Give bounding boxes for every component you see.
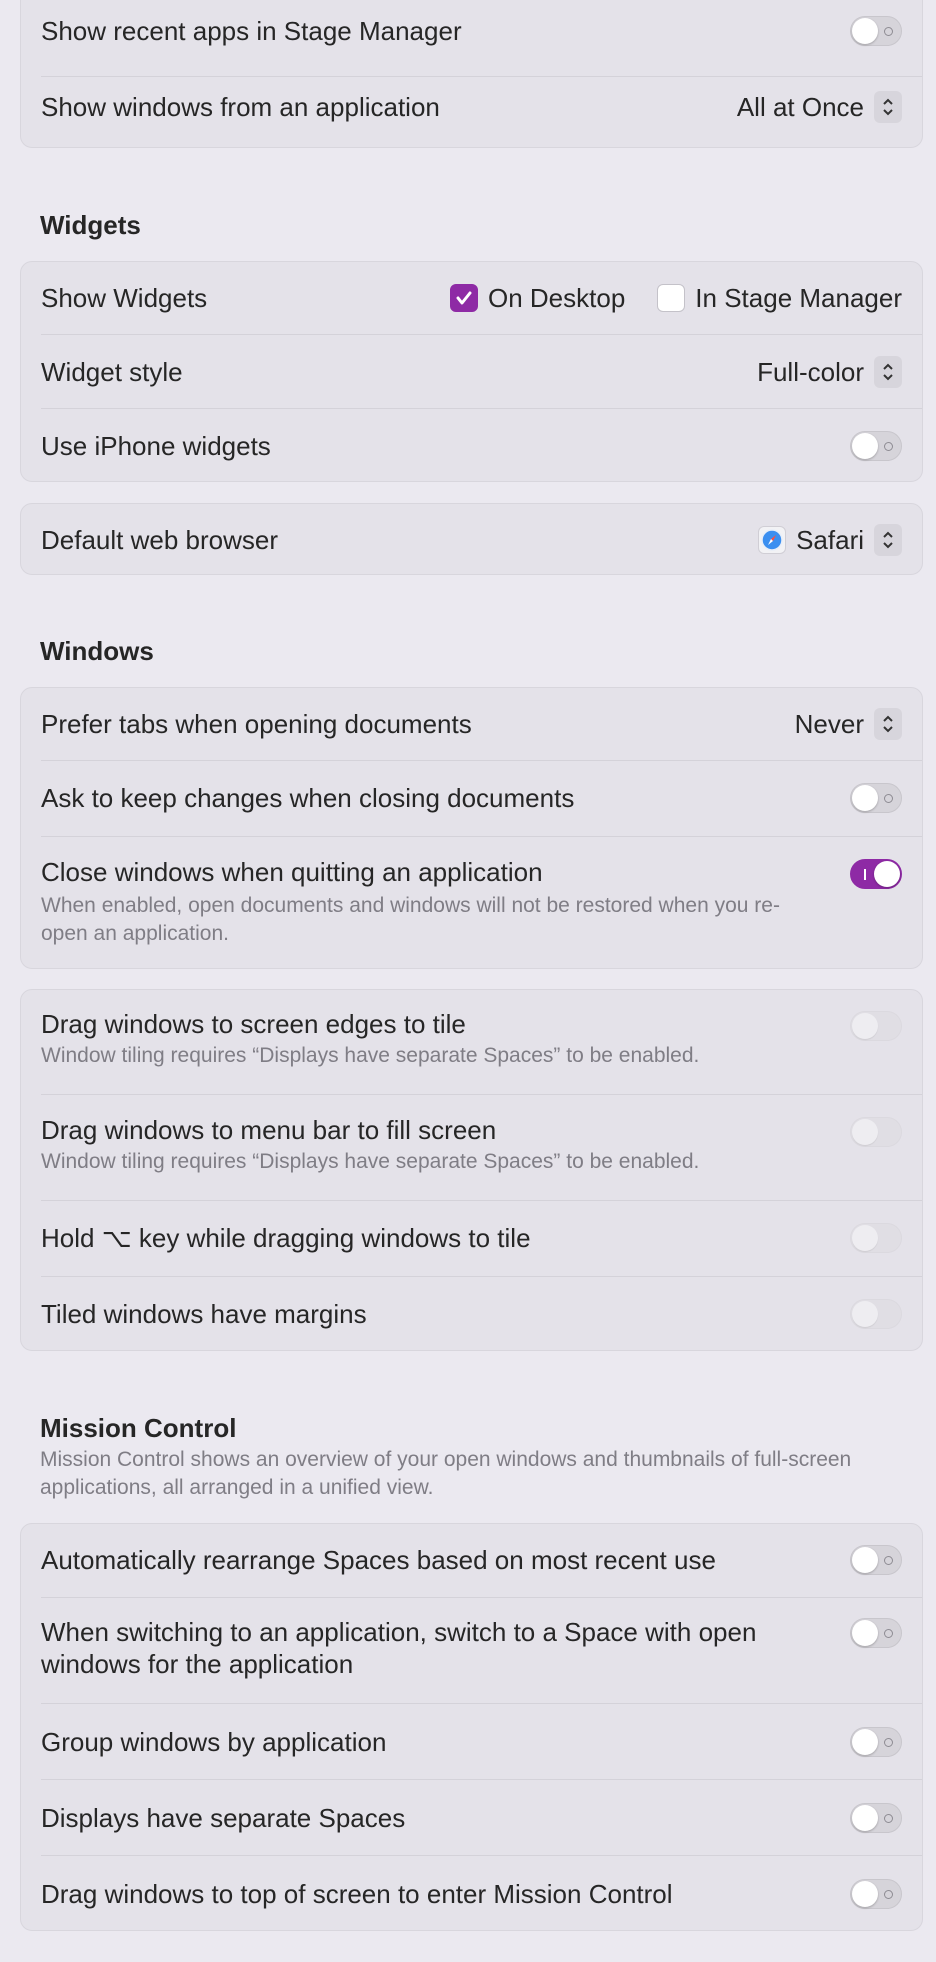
iphone-widgets-toggle[interactable] [850, 431, 902, 461]
browser-group: Default web browser Safari [20, 503, 923, 575]
rearrange-row: Automatically rearrange Spaces based on … [41, 1536, 902, 1584]
show-recent-apps-label: Show recent apps in Stage Manager [41, 16, 462, 46]
windows-group: Prefer tabs when opening documents Never… [20, 687, 923, 969]
drag-edges-label: Drag windows to screen edges to tile [41, 1009, 466, 1039]
hold-key-row: Hold ⌥ key while dragging windows to til… [41, 1214, 902, 1262]
popup-stepper-icon [874, 524, 902, 556]
separate-spaces-toggle[interactable] [850, 1803, 902, 1833]
close-windows-toggle[interactable] [850, 859, 902, 889]
default-browser-row: Default web browser Safari [41, 516, 902, 564]
ask-keep-changes-label: Ask to keep changes when closing documen… [41, 783, 575, 813]
mission-control-heading: Mission Control [40, 1413, 237, 1443]
switch-space-row: When switching to an application, switch… [41, 1608, 902, 1688]
show-widgets-row: Show Widgets On Desktop In Stage Manager [41, 274, 902, 322]
rearrange-label: Automatically rearrange Spaces based on … [41, 1545, 716, 1575]
drag-edges-row: Drag windows to screen edges to tile Win… [41, 1008, 902, 1080]
close-windows-description: When enabled, open documents and windows… [41, 894, 780, 945]
divider [41, 1200, 922, 1201]
drag-edges-text: Drag windows to screen edges to tile Win… [41, 1008, 699, 1070]
close-windows-text: Close windows when quitting an applicati… [41, 856, 821, 948]
drag-menubar-row: Drag windows to menu bar to fill screen … [41, 1114, 902, 1186]
in-stage-manager-checkbox[interactable] [657, 284, 686, 312]
prefer-tabs-value: Never [794, 708, 864, 739]
drag-menubar-description: Window tiling requires “Displays have se… [41, 1150, 700, 1173]
drag-menubar-toggle[interactable] [850, 1117, 902, 1147]
show-windows-row: Show windows from an application All at … [41, 83, 902, 131]
stage-manager-group: Show recent apps in Stage Manager Show w… [20, 0, 923, 148]
rearrange-toggle[interactable] [850, 1545, 902, 1575]
switch-space-label: When switching to an application, switch… [41, 1617, 757, 1679]
default-browser-value: Safari [796, 524, 864, 555]
drag-menubar-label: Drag windows to menu bar to fill screen [41, 1115, 497, 1145]
group-by-app-label: Group windows by application [41, 1727, 387, 1757]
divider [41, 334, 922, 335]
mission-control-description: Mission Control shows an overview of you… [40, 1448, 852, 1499]
ask-keep-changes-toggle[interactable] [850, 783, 902, 813]
drag-menubar-text: Drag windows to menu bar to fill screen … [41, 1114, 699, 1176]
widgets-group: Show Widgets On Desktop In Stage Manager… [20, 261, 923, 482]
in-stage-manager-option[interactable]: In Stage Manager [657, 283, 902, 314]
widget-style-value: Full-color [757, 356, 864, 387]
divider [41, 760, 922, 761]
tiling-group: Drag windows to screen edges to tile Win… [20, 989, 923, 1351]
windows-heading: Windows [40, 636, 154, 666]
margins-label: Tiled windows have margins [41, 1299, 367, 1329]
ask-keep-changes-row: Ask to keep changes when closing documen… [41, 774, 902, 822]
prefer-tabs-label: Prefer tabs when opening documents [41, 709, 472, 739]
separate-spaces-label: Displays have separate Spaces [41, 1803, 406, 1833]
checkmark-icon [456, 291, 472, 305]
divider [41, 408, 922, 409]
popup-stepper-icon [874, 708, 902, 740]
hold-key-label: Hold ⌥ key while dragging windows to til… [41, 1223, 531, 1253]
in-stage-manager-label: In Stage Manager [695, 282, 902, 313]
iphone-widgets-row: Use iPhone widgets [41, 422, 902, 470]
on-desktop-label: On Desktop [488, 282, 626, 313]
group-by-app-toggle[interactable] [850, 1727, 902, 1757]
margins-toggle[interactable] [850, 1299, 902, 1329]
drag-edges-toggle[interactable] [850, 1011, 902, 1041]
show-widgets-label: Show Widgets [41, 283, 208, 313]
safari-icon [758, 526, 787, 554]
drag-top-row: Drag windows to top of screen to enter M… [41, 1870, 902, 1918]
divider [41, 76, 922, 77]
drag-top-label: Drag windows to top of screen to enter M… [41, 1879, 673, 1909]
prefer-tabs-popup[interactable]: Never [795, 708, 902, 740]
mission-control-group: Automatically rearrange Spaces based on … [20, 1523, 923, 1931]
group-by-app-row: Group windows by application [41, 1718, 902, 1766]
on-desktop-checkbox[interactable] [450, 284, 478, 312]
show-windows-label: Show windows from an application [41, 92, 440, 122]
divider [41, 1703, 922, 1704]
popup-stepper-icon [874, 356, 902, 388]
divider [41, 1855, 922, 1856]
widget-style-row: Widget style Full-color [41, 348, 902, 396]
divider [41, 836, 922, 837]
prefer-tabs-row: Prefer tabs when opening documents Never [41, 700, 902, 748]
drag-edges-description: Window tiling requires “Displays have se… [41, 1044, 700, 1067]
default-browser-label: Default web browser [41, 525, 278, 555]
show-widgets-options: On Desktop In Stage Manager [450, 283, 902, 314]
widgets-heading: Widgets [40, 210, 141, 240]
separate-spaces-row: Displays have separate Spaces [41, 1794, 902, 1842]
show-windows-popup[interactable]: All at Once [737, 91, 902, 123]
drag-top-toggle[interactable] [850, 1879, 902, 1909]
default-browser-popup[interactable]: Safari [758, 524, 902, 556]
switch-space-toggle[interactable] [850, 1618, 902, 1648]
divider [41, 1597, 922, 1598]
widget-style-label: Widget style [41, 357, 183, 387]
widget-style-popup[interactable]: Full-color [757, 356, 902, 388]
divider [41, 1094, 922, 1095]
iphone-widgets-label: Use iPhone widgets [41, 431, 271, 461]
close-windows-label: Close windows when quitting an applicati… [41, 857, 543, 887]
show-windows-value: All at Once [736, 91, 864, 122]
on-desktop-option[interactable]: On Desktop [450, 283, 625, 314]
divider [41, 1276, 922, 1277]
close-windows-row: Close windows when quitting an applicati… [41, 856, 902, 952]
popup-stepper-icon [874, 91, 902, 123]
margins-row: Tiled windows have margins [41, 1290, 902, 1338]
divider [41, 1779, 922, 1780]
show-recent-apps-toggle[interactable] [850, 16, 902, 46]
hold-key-toggle[interactable] [850, 1223, 902, 1253]
show-recent-apps-row: Show recent apps in Stage Manager [41, 7, 902, 55]
